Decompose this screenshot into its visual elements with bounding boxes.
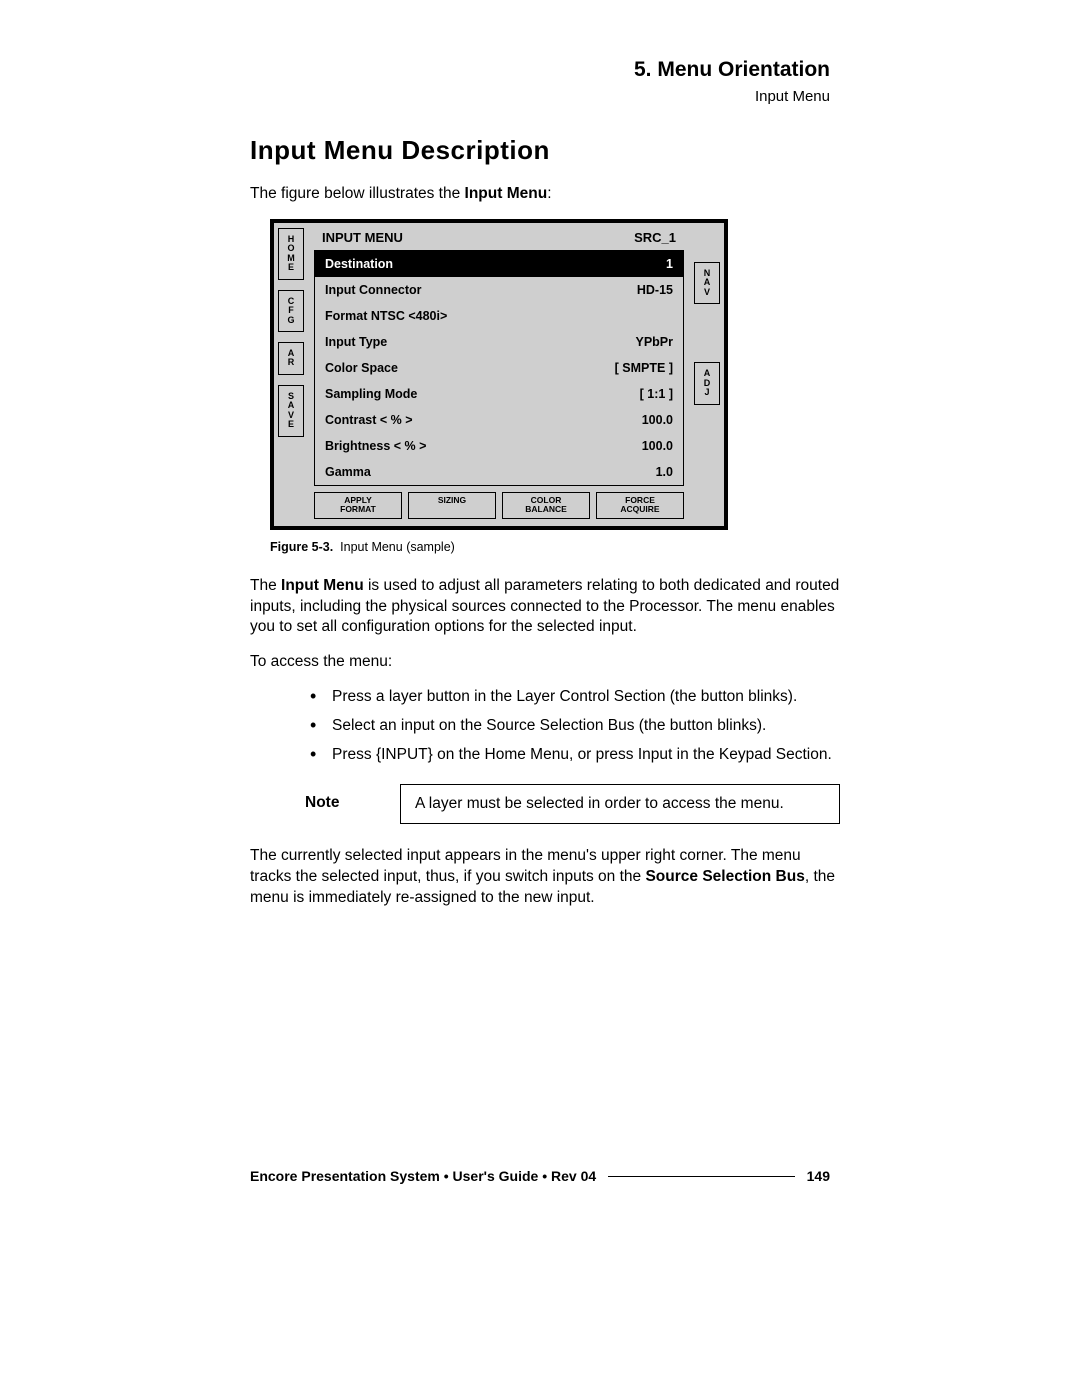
chapter-title: 5. Menu Orientation <box>634 58 830 82</box>
softkey: FORCEACQUIRE <box>596 492 684 519</box>
side-tab: AR <box>278 342 304 375</box>
menu-row: Destination1 <box>315 251 683 277</box>
menu-row: Contrast < % >100.0 <box>315 407 683 433</box>
right-side-tabs: NAV ADJ <box>690 223 724 526</box>
section-label: Input Menu <box>634 88 830 105</box>
menu-row: Input ConnectorHD-15 <box>315 277 683 303</box>
intro-text: The figure below illustrates the Input M… <box>250 184 840 205</box>
softkey: APPLYFORMAT <box>314 492 402 519</box>
left-side-tabs: HOME CFG AR SAVE <box>274 223 308 526</box>
access-intro: To access the menu: <box>250 652 840 673</box>
menu-row: Sampling Mode[ 1:1 ] <box>315 381 683 407</box>
menu-title-right: SRC_1 <box>634 230 676 245</box>
menu-row: Format NTSC <480i> <box>315 303 683 329</box>
list-item: Press {INPUT} on the Home Menu, or press… <box>310 745 840 766</box>
menu-header: INPUT MENU SRC_1 <box>308 223 690 250</box>
side-tab: NAV <box>694 262 720 304</box>
paragraph-1: The Input Menu is used to adjust all par… <box>250 576 840 639</box>
menu-body: Destination1Input ConnectorHD-15Format N… <box>314 250 684 486</box>
side-tab: ADJ <box>694 362 720 404</box>
softkeys-row: APPLYFORMATSIZINGCOLORBALANCEFORCEACQUIR… <box>308 492 690 526</box>
side-tab: HOME <box>278 228 304 280</box>
page-title: Input Menu Description <box>250 135 840 166</box>
figure-caption: Figure 5-3. Input Menu (sample) <box>270 540 840 554</box>
softkey: SIZING <box>408 492 496 519</box>
note-label: Note <box>305 784 400 824</box>
menu-row: Color Space[ SMPTE ] <box>315 355 683 381</box>
page-number: 149 <box>807 1168 830 1184</box>
softkey: COLORBALANCE <box>502 492 590 519</box>
footer-left: Encore Presentation System • User's Guid… <box>250 1168 596 1184</box>
menu-row: Brightness < % >100.0 <box>315 433 683 459</box>
page-footer: Encore Presentation System • User's Guid… <box>250 1168 830 1184</box>
side-tab: CFG <box>278 290 304 332</box>
note-block: Note A layer must be selected in order t… <box>305 784 840 824</box>
side-tab: SAVE <box>278 385 304 437</box>
list-item: Press a layer button in the Layer Contro… <box>310 687 840 708</box>
menu-row: Input TypeYPbPr <box>315 329 683 355</box>
menu-row: Gamma1.0 <box>315 459 683 485</box>
list-item: Select an input on the Source Selection … <box>310 716 840 737</box>
footer-rule <box>608 1176 794 1177</box>
input-menu-figure: HOME CFG AR SAVE INPUT MENU SRC_1 Destinati… <box>270 219 728 530</box>
note-text: A layer must be selected in order to acc… <box>400 784 840 824</box>
paragraph-2: The currently selected input appears in … <box>250 846 840 909</box>
menu-title-left: INPUT MENU <box>322 230 403 245</box>
bullet-list: Press a layer button in the Layer Contro… <box>250 687 840 766</box>
